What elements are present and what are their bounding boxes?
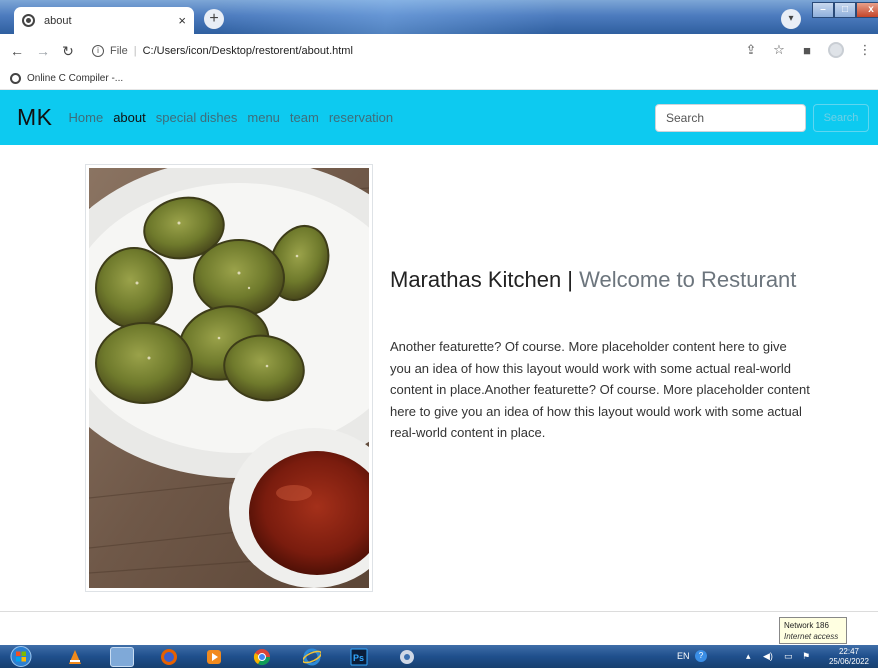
media-player-icon[interactable]: [205, 648, 223, 666]
internet-explorer-icon[interactable]: [303, 648, 321, 666]
bookmark-star-icon[interactable]: ☆: [772, 42, 786, 58]
clock-date: 25/06/2022: [828, 657, 870, 666]
tab-title: about: [44, 14, 72, 27]
forward-icon[interactable]: →: [36, 43, 50, 59]
tooltip-network-status: Internet access: [784, 632, 839, 641]
toolbar-actions: ⇪ ☆ ■ ⋮: [744, 42, 872, 58]
content-divider: [0, 611, 878, 612]
nav-link-menu[interactable]: menu: [247, 110, 280, 125]
site-navbar: MK Home about special dishes menu team r…: [0, 90, 878, 145]
brand-logo[interactable]: MK: [17, 104, 53, 131]
tab-close-icon[interactable]: ×: [178, 13, 186, 28]
profile-avatar-icon[interactable]: [828, 42, 844, 58]
language-indicator[interactable]: EN: [677, 651, 690, 661]
heading-muted-text: Welcome to Resturant: [579, 267, 797, 292]
volume-icon[interactable]: ◀): [763, 651, 773, 662]
show-hidden-icons-icon[interactable]: ▴: [746, 651, 751, 662]
side-panel-icon[interactable]: ■: [800, 43, 814, 58]
search-input[interactable]: [655, 104, 806, 132]
featurette-lead-text: Another featurette? Of course. More plac…: [390, 339, 810, 440]
help-icon[interactable]: ?: [695, 650, 707, 662]
chrome-icon[interactable]: [253, 648, 271, 666]
menu-kebab-icon[interactable]: ⋮: [858, 42, 872, 58]
windows-start-icon[interactable]: [6, 645, 36, 668]
nav-link-about[interactable]: about: [113, 110, 146, 125]
clock-time: 22:47: [838, 647, 860, 656]
windows-taskbar: Ps EN ? ▴ ◀) ▭ ⚑ 22:47 25/06/2022: [0, 645, 878, 668]
action-center-flag-icon[interactable]: ⚑: [802, 651, 810, 662]
browser-tab[interactable]: about ×: [14, 7, 194, 34]
nav-link-team[interactable]: team: [290, 110, 319, 125]
photoshop-icon[interactable]: Ps: [350, 648, 368, 666]
network-tooltip: Network 186 Internet access: [779, 617, 847, 644]
nav-link-reservation[interactable]: reservation: [329, 110, 393, 125]
featurette-image: [85, 164, 373, 592]
heading-main-text: Marathas Kitchen |: [390, 267, 574, 292]
site-info-icon[interactable]: i: [92, 45, 104, 57]
share-icon[interactable]: ⇪: [744, 42, 758, 58]
system-clock[interactable]: 22:47 25/06/2022: [826, 647, 872, 667]
tooltip-network-name: Network 186: [784, 621, 829, 630]
new-tab-button[interactable]: +: [204, 9, 224, 29]
svg-text:Ps: Ps: [353, 653, 364, 663]
featurette-heading: Marathas Kitchen | Welcome to Resturant: [390, 268, 810, 292]
network-icon[interactable]: ▭: [784, 651, 793, 662]
globe-icon: [10, 73, 21, 84]
tab-search-icon[interactable]: ▾: [781, 9, 801, 29]
window-controls: – □ x: [812, 2, 878, 18]
globe-icon: [22, 14, 35, 27]
file-explorer-icon[interactable]: [110, 647, 134, 667]
nav-link-special-dishes[interactable]: special dishes: [156, 110, 238, 125]
food-plate-image: [89, 168, 369, 588]
window-close-icon[interactable]: x: [856, 2, 878, 18]
browser-toolbar: ← → ↻ i File | C:/Users/icon/Desktop/res…: [0, 34, 878, 68]
bookmarks-bar: Online C Compiler -...: [0, 68, 878, 90]
reload-icon[interactable]: ↻: [62, 43, 74, 60]
maximize-icon[interactable]: □: [834, 2, 856, 18]
search-button[interactable]: Search: [813, 104, 869, 132]
minimize-icon[interactable]: –: [812, 2, 834, 18]
browser-tab-strip: about × + ▾ – □ x: [0, 0, 878, 34]
firefox-icon[interactable]: [160, 648, 178, 666]
back-icon[interactable]: ←: [10, 43, 24, 59]
nav-link-home[interactable]: Home: [69, 110, 104, 125]
bookmark-online-c-compiler[interactable]: Online C Compiler -...: [27, 73, 123, 84]
address-bar[interactable]: C:/Users/icon/Desktop/restorent/about.ht…: [143, 45, 353, 57]
app-disc-icon[interactable]: [398, 648, 416, 666]
vlc-icon[interactable]: [66, 648, 84, 666]
url-scheme[interactable]: File: [110, 45, 128, 57]
url-separator: |: [133, 45, 137, 57]
